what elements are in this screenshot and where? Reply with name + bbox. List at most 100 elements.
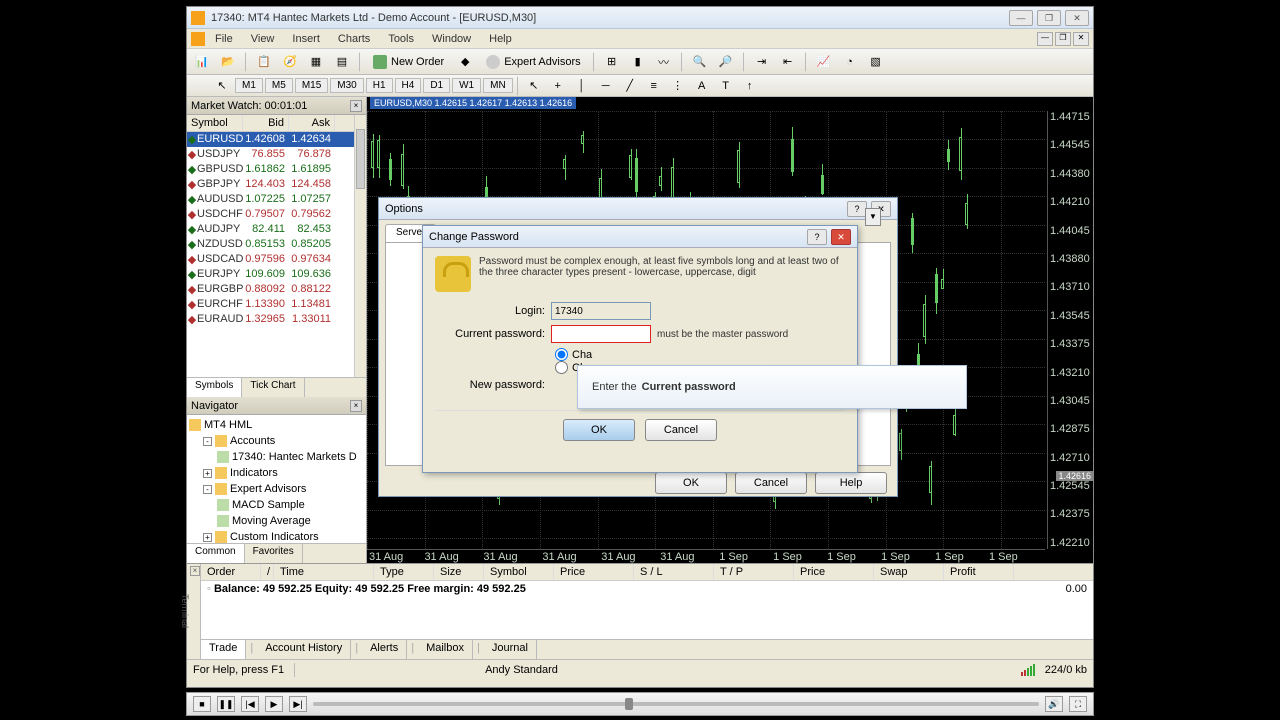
- terminal-icon[interactable]: ▦: [305, 52, 327, 72]
- fullscreen-icon[interactable]: ⛶: [1069, 696, 1087, 712]
- tab-tick-chart[interactable]: Tick Chart: [242, 378, 304, 397]
- label-icon[interactable]: T: [715, 76, 737, 96]
- new-chart-icon[interactable]: 📊: [191, 52, 213, 72]
- tree-accounts[interactable]: -Accounts: [203, 433, 364, 449]
- cursor-icon[interactable]: ↖: [211, 76, 233, 96]
- tf-w1[interactable]: W1: [452, 78, 481, 93]
- tf-m1[interactable]: M1: [235, 78, 263, 93]
- tf-m15[interactable]: M15: [295, 78, 328, 93]
- profile-icon[interactable]: 📂: [217, 52, 239, 72]
- options-ok-button[interactable]: OK: [655, 472, 727, 494]
- terminal-col[interactable]: Time: [274, 564, 374, 580]
- market-watch-row[interactable]: ◆EURGBP0.880920.88122: [187, 282, 354, 297]
- fibo-icon[interactable]: ⋮: [667, 76, 689, 96]
- terminal-col[interactable]: Price: [554, 564, 634, 580]
- terminal-tab[interactable]: Journal: [484, 640, 537, 659]
- tf-m30[interactable]: M30: [330, 78, 363, 93]
- tf-h4[interactable]: H4: [395, 78, 422, 93]
- volume-icon[interactable]: 🔊: [1045, 696, 1063, 712]
- terminal-tab[interactable]: Trade: [201, 640, 246, 659]
- market-watch-row[interactable]: ◆GBPJPY124.403124.458: [187, 177, 354, 192]
- line-chart-icon[interactable]: 〰: [653, 52, 675, 72]
- terminal-col[interactable]: /: [261, 564, 274, 580]
- market-watch-row[interactable]: ◆EURUSD1.426081.42634: [187, 132, 354, 147]
- market-watch-row[interactable]: ◆EURAUD1.329651.33011: [187, 312, 354, 327]
- market-watch-close-icon[interactable]: ×: [350, 100, 362, 112]
- templates-icon[interactable]: ▧: [865, 52, 887, 72]
- tab-symbols[interactable]: Symbols: [187, 378, 242, 397]
- options-help-button[interactable]: Help: [815, 472, 887, 494]
- zoom-out-icon[interactable]: 🔎: [715, 52, 737, 72]
- hline-icon[interactable]: ─: [595, 76, 617, 96]
- play-button[interactable]: ▶: [265, 696, 283, 712]
- tree-custom[interactable]: +Custom Indicators: [203, 529, 364, 543]
- tree-ma[interactable]: Moving Average: [217, 513, 364, 529]
- menu-tools[interactable]: Tools: [380, 31, 422, 47]
- navigator-close-icon[interactable]: ×: [350, 400, 362, 412]
- market-watch-scrollbar[interactable]: [354, 115, 366, 377]
- menu-insert[interactable]: Insert: [284, 31, 328, 47]
- terminal-col[interactable]: Symbol: [484, 564, 554, 580]
- mdi-close-button[interactable]: ✕: [1073, 32, 1089, 46]
- seek-slider[interactable]: [313, 702, 1039, 706]
- terminal-col[interactable]: Type: [374, 564, 434, 580]
- market-watch-row[interactable]: ◆AUDUSD1.072251.07257: [187, 192, 354, 207]
- options-titlebar[interactable]: Options ? ✕: [379, 198, 897, 220]
- radio-change-master[interactable]: Cha: [555, 348, 845, 361]
- terminal-close-icon[interactable]: ×: [190, 566, 200, 576]
- mdi-minimize-button[interactable]: —: [1037, 32, 1053, 46]
- prev-button[interactable]: |◀: [241, 696, 259, 712]
- terminal-col[interactable]: Swap: [874, 564, 944, 580]
- meta-editor-icon[interactable]: ◆: [454, 52, 476, 72]
- expert-advisors-button[interactable]: Expert Advisors: [480, 52, 586, 72]
- arrows-icon[interactable]: ↑: [739, 76, 761, 96]
- options-help-icon[interactable]: ?: [847, 201, 867, 217]
- mdi-restore-button[interactable]: ❐: [1055, 32, 1071, 46]
- tester-icon[interactable]: ▤: [331, 52, 353, 72]
- indicators-icon[interactable]: 📈: [813, 52, 835, 72]
- tab-favorites[interactable]: Favorites: [245, 544, 303, 563]
- candle-icon[interactable]: ▮: [627, 52, 649, 72]
- maximize-button[interactable]: ❐: [1037, 10, 1061, 26]
- close-button[interactable]: ✕: [1065, 10, 1089, 26]
- new-order-button[interactable]: New Order: [367, 52, 450, 72]
- menu-window[interactable]: Window: [424, 31, 479, 47]
- tree-root[interactable]: MT4 HML: [189, 417, 364, 433]
- tf-h1[interactable]: H1: [366, 78, 393, 93]
- terminal-col[interactable]: Order: [201, 564, 261, 580]
- zoom-in-icon[interactable]: 🔍: [689, 52, 711, 72]
- tab-common[interactable]: Common: [187, 544, 245, 563]
- terminal-col[interactable]: Price: [794, 564, 874, 580]
- market-watch-icon[interactable]: 📋: [253, 52, 275, 72]
- market-watch-row[interactable]: ◆EURCHF1.133901.13481: [187, 297, 354, 312]
- server-dropdown-icon[interactable]: ▼: [865, 208, 881, 226]
- vline-icon[interactable]: │: [571, 76, 593, 96]
- bar-chart-icon[interactable]: ⊞: [601, 52, 623, 72]
- tf-mn[interactable]: MN: [483, 78, 513, 93]
- pause-button[interactable]: ❚❚: [217, 696, 235, 712]
- channel-icon[interactable]: ≡: [643, 76, 665, 96]
- market-watch-row[interactable]: ◆AUDJPY82.41182.453: [187, 222, 354, 237]
- tree-macd[interactable]: MACD Sample: [217, 497, 364, 513]
- tree-indicators[interactable]: +Indicators: [203, 465, 364, 481]
- chgpwd-close-icon[interactable]: ✕: [831, 229, 851, 245]
- stop-button[interactable]: ■: [193, 696, 211, 712]
- shift-icon[interactable]: ⇤: [777, 52, 799, 72]
- arrow-tool-icon[interactable]: ↖: [523, 76, 545, 96]
- menu-charts[interactable]: Charts: [330, 31, 378, 47]
- minimize-button[interactable]: —: [1009, 10, 1033, 26]
- periods-icon[interactable]: ◔: [839, 52, 861, 72]
- titlebar[interactable]: 17340: MT4 Hantec Markets Ltd - Demo Acc…: [187, 7, 1093, 29]
- market-watch-row[interactable]: ◆EURJPY109.609109.636: [187, 267, 354, 282]
- next-button[interactable]: ▶|: [289, 696, 307, 712]
- market-watch-row[interactable]: ◆USDJPY76.85576.878: [187, 147, 354, 162]
- menu-help[interactable]: Help: [481, 31, 520, 47]
- current-password-field[interactable]: [551, 325, 651, 343]
- col-bid[interactable]: Bid: [243, 115, 289, 131]
- terminal-tab[interactable]: Alerts: [362, 640, 407, 659]
- terminal-col[interactable]: S / L: [634, 564, 714, 580]
- menu-view[interactable]: View: [243, 31, 283, 47]
- auto-scroll-icon[interactable]: ⇥: [751, 52, 773, 72]
- terminal-col[interactable]: Size: [434, 564, 484, 580]
- chgpwd-cancel-button[interactable]: Cancel: [645, 419, 717, 441]
